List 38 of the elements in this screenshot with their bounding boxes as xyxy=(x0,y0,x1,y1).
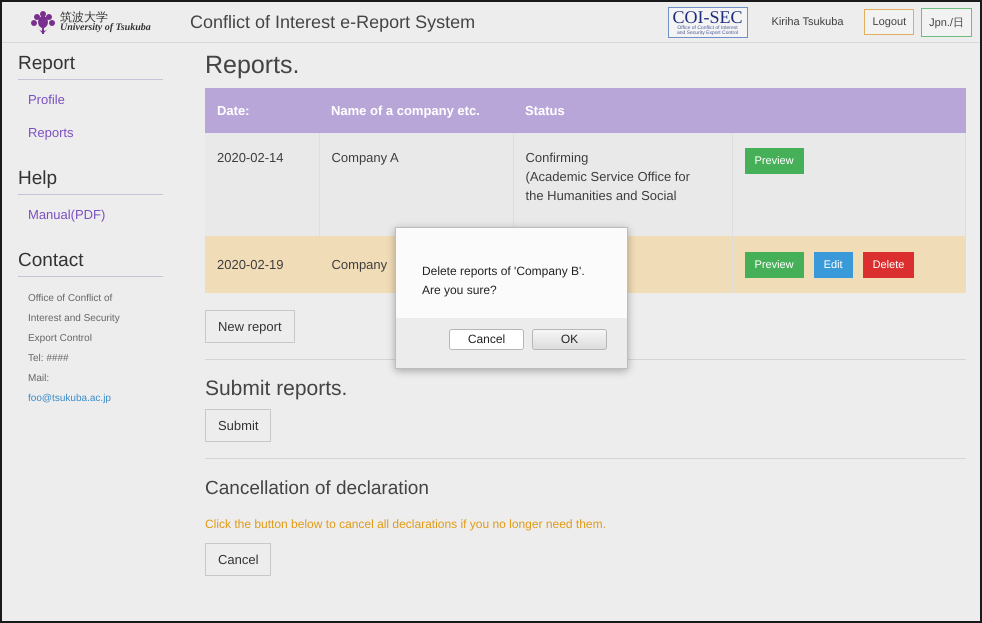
logout-button[interactable]: Logout xyxy=(864,9,914,35)
table-cell: 2020-02-19 xyxy=(205,236,319,293)
contact-text: Office of Conflict of Interest and Security Export Control xyxy=(28,292,121,346)
site-title: Conflict of Interest e-Report System xyxy=(190,12,476,32)
new-report-button[interactable]: New report xyxy=(205,310,295,343)
status-text: Confirming xyxy=(526,149,590,167)
language-button[interactable]: Jpn./日 xyxy=(921,8,972,36)
delete-button[interactable]: Delete xyxy=(862,252,914,278)
university-name: 筑波大学 xyxy=(60,11,108,23)
logo-title: COI-SEC xyxy=(672,8,743,26)
flower-logo-icon xyxy=(30,10,56,34)
sidebar-link[interactable]: Profile xyxy=(28,92,163,107)
preview-button[interactable]: Preview xyxy=(744,252,804,278)
edit-button[interactable]: Edit xyxy=(814,252,853,278)
cancel-button[interactable]: Cancel xyxy=(449,328,524,350)
sidebar-heading: Help xyxy=(18,158,163,195)
section-heading: Submit reports. xyxy=(205,377,348,401)
status-text: the Humanities and Social xyxy=(526,187,678,205)
contact-text: Mail: xyxy=(28,372,50,386)
university-name: University of Tsukuba xyxy=(60,23,151,33)
section-heading: Cancellation of declaration xyxy=(205,478,430,500)
column-header: Date: xyxy=(205,88,319,133)
status-text: (Academic Service Office for xyxy=(526,168,691,186)
ok-button[interactable]: OK xyxy=(532,328,607,350)
sidebar-link[interactable]: Reports xyxy=(28,125,163,140)
preview-button[interactable]: Preview xyxy=(744,148,804,174)
sidebar-heading: Report xyxy=(18,43,163,80)
sidebar-heading: Contact xyxy=(18,240,163,277)
sidebar-link[interactable]: Manual(PDF) xyxy=(28,207,163,222)
page-title: Reports. xyxy=(205,51,300,80)
user-name: Kiriha Tsukuba xyxy=(772,16,844,28)
cancel-button[interactable]: Cancel xyxy=(205,543,272,576)
column-header: Name of a company etc. xyxy=(319,88,513,133)
column-header: Status xyxy=(513,88,732,133)
contact-text: Tel: #### xyxy=(28,352,70,366)
email-link[interactable]: foo@tsukuba.ac.jp xyxy=(28,389,163,409)
submit-button[interactable]: Submit xyxy=(205,409,272,442)
warning-text: Click the button below to cancel all declarations if you no longer need them. xyxy=(205,517,607,531)
